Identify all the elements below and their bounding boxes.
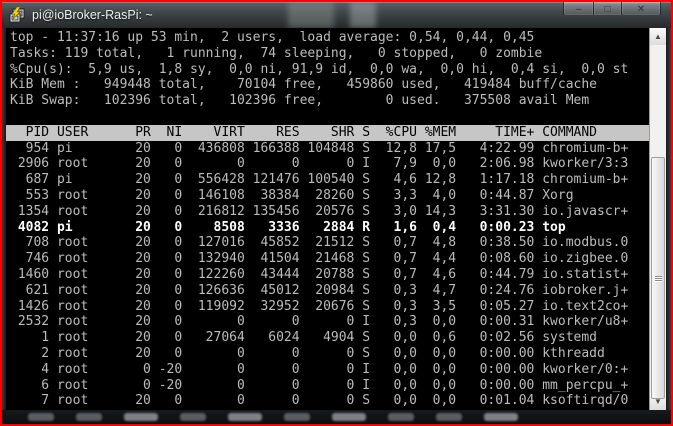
titlebar-glass-reflection [350, 2, 376, 28]
process-table: 954 pi 20 0 436808 166388 104848 S 12,8 … [6, 141, 649, 410]
summary-line: KiB Swap: 102396 total, 102396 free, 0 u… [10, 93, 590, 109]
putty-icon [9, 6, 25, 23]
summary-line: top - 11:37:16 up 53 min, 2 users, load … [10, 30, 535, 45]
process-row: 553 root 20 0 146108 38384 28260 S 3,3 4… [10, 187, 574, 203]
process-row: 1354 root 20 0 216812 135456 20576 S 3,0… [10, 203, 629, 219]
taskbar-icon-blur [388, 413, 414, 421]
process-row: 6 root 0 -20 0 0 0 I 0,0 0,0 0:00.00 mm_… [10, 377, 629, 393]
process-table-header: PID USER PR NI VIRT RES SHR S %CPU %MEM … [6, 124, 649, 141]
process-row: 954 pi 20 0 436808 166388 104848 S 12,8 … [10, 140, 629, 156]
summary-line: Tasks: 119 total, 1 running, 74 sleeping… [10, 45, 543, 61]
taskbar-icon-blur [180, 413, 206, 421]
maximize-button[interactable]: □ [593, 2, 621, 16]
scrollbar-grip-icon [654, 275, 662, 282]
desktop-taskbar-strip [2, 410, 671, 424]
taskbar-icon-blur [284, 413, 310, 421]
minimize-button[interactable]: – [563, 2, 593, 16]
screenshot-annotation-border: pi@ioBroker-RasPi: ~ – □ ✕ top - 11:37:1… [0, 0, 673, 426]
taskbar-icon-blur [332, 413, 366, 421]
summary-line: %Cpu(s): 5,9 us, 1,8 sy, 0,0 ni, 91,9 id… [10, 61, 629, 77]
process-row: 7 root 20 0 0 0 0 S 0,0 0,0 0:01.04 ksof… [10, 393, 629, 409]
taskbar-icon-blur [228, 413, 262, 421]
window-border-right [666, 28, 671, 410]
process-row: 1426 root 20 0 119092 32952 20676 S 0,3 … [10, 298, 629, 314]
taskbar-icon-blur [124, 413, 158, 421]
window-title: pi@ioBroker-RasPi: ~ [32, 8, 153, 22]
scrollbar-thumb[interactable] [651, 157, 665, 399]
process-row: 4082 pi 20 0 8508 3336 2884 R 1,6 0,4 0:… [10, 219, 566, 235]
process-row: 1460 root 20 0 122260 43444 20788 S 0,7 … [10, 266, 629, 282]
window-body: top - 11:37:16 up 53 min, 2 users, load … [2, 28, 671, 410]
window-controls: – □ ✕ [563, 2, 661, 16]
summary-line: KiB Mem : 949448 total, 70104 free, 4598… [10, 77, 597, 93]
process-row: 2906 root 20 0 0 0 0 I 7,9 0,0 2:06.98 k… [10, 156, 629, 172]
process-row: 746 root 20 0 132940 41504 21468 S 0,7 4… [10, 251, 629, 267]
scrollbar[interactable]: ▲ ▼ [649, 28, 666, 410]
scrollbar-track[interactable] [650, 45, 666, 399]
process-row: 2532 root 20 0 0 0 0 I 0,3 0,0 0:00.31 k… [10, 314, 629, 330]
taskbar-icon-blur [28, 413, 54, 421]
titlebar-glass-reflection [288, 2, 334, 28]
scroll-up-arrow-icon[interactable]: ▲ [650, 28, 666, 45]
process-row: 687 pi 20 0 556428 121476 100540 S 4,6 1… [10, 172, 629, 188]
process-row: 2 root 20 0 0 0 0 S 0,0 0,0 0:00.00 kthr… [10, 345, 605, 361]
process-row: 1 root 20 0 27064 6024 4904 S 0,0 0,6 0:… [10, 330, 597, 346]
process-row: 621 root 20 0 126636 45012 20984 S 0,3 4… [10, 282, 629, 298]
taskbar-icon-blur [436, 413, 462, 421]
process-row: 708 root 20 0 127016 45852 21512 S 0,7 4… [10, 235, 629, 251]
taskbar-icon-blur [484, 413, 518, 421]
process-row: 4 root 0 -20 0 0 0 I 0,0 0,0 0:00.00 kwo… [10, 361, 629, 377]
terminal[interactable]: top - 11:37:16 up 53 min, 2 users, load … [6, 28, 649, 410]
top-summary: top - 11:37:16 up 53 min, 2 users, load … [6, 30, 649, 109]
close-button[interactable]: ✕ [621, 2, 661, 16]
window-titlebar[interactable]: pi@ioBroker-RasPi: ~ – □ ✕ [2, 2, 671, 28]
taskbar-icon-blur [76, 413, 102, 421]
